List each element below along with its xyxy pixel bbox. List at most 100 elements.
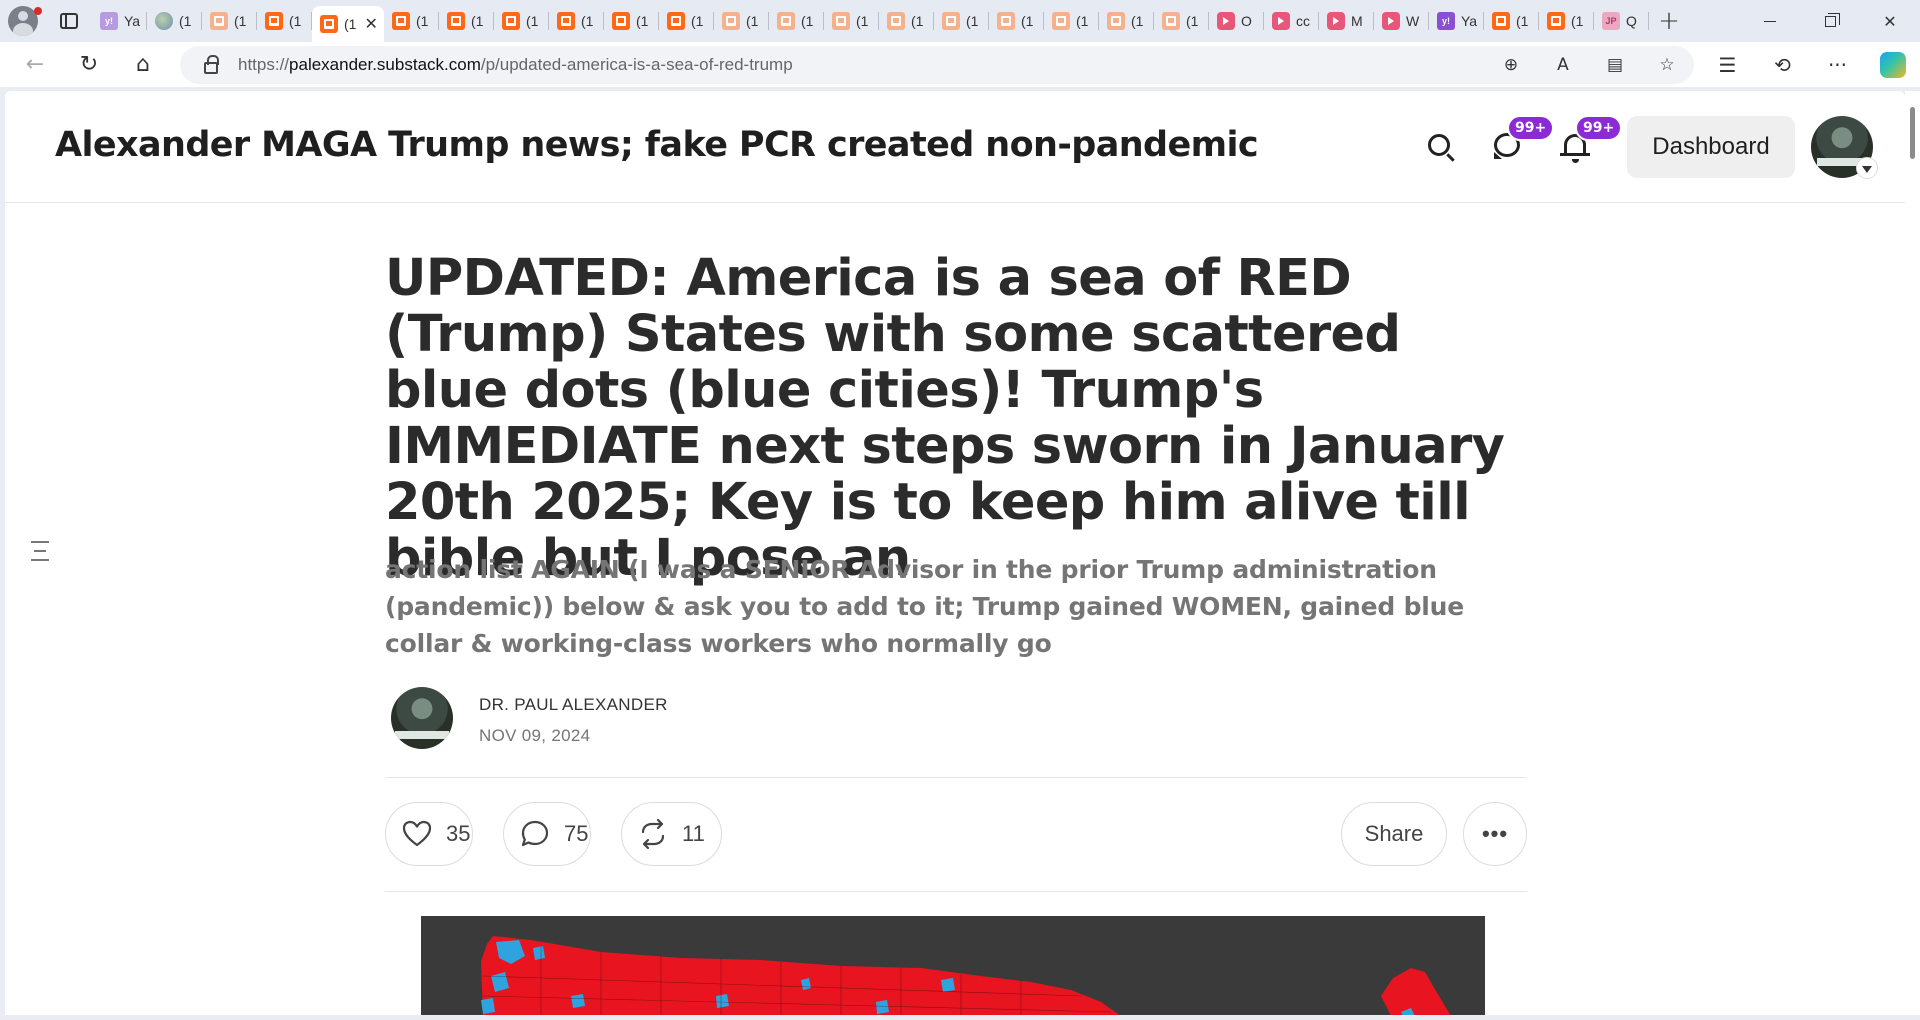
browser-tab[interactable]: (1 [879,0,934,42]
browser-tab[interactable]: y! Ya [92,0,147,42]
reload-icon: ↻ [79,52,99,77]
browser-tab[interactable]: (1 [989,0,1044,42]
restore-icon [1824,12,1840,27]
favorites-button[interactable]: ☰ [1700,42,1755,87]
notifications-button[interactable]: 99+ [1555,115,1623,165]
browser-tab[interactable]: (1 [384,0,439,42]
home-button[interactable]: ⌂ [116,42,170,87]
tab-title: (1 [471,13,484,29]
back-button[interactable]: ← [8,42,62,87]
url-text[interactable]: https://palexander.substack.com/p/update… [238,55,793,75]
reload-button[interactable]: ↻ [62,42,116,87]
browser-tab[interactable]: (1 [439,0,494,42]
browser-tab[interactable]: (1 [659,0,714,42]
scrollbar-thumb[interactable] [1910,107,1915,159]
like-button[interactable]: 35 [385,802,473,866]
tab-title: (1 [289,13,302,29]
browser-tab[interactable]: y! Ya [1429,0,1484,42]
address-bar-actions: ⊕ A ▤ ☆ [1500,46,1678,84]
tab-title: (1 [1516,13,1529,29]
profile-button[interactable] [0,0,46,42]
table-of-contents-icon[interactable] [31,541,49,561]
browser-tools: ☰ ⟲ ··· [1700,42,1920,87]
close-icon: ✕ [1883,11,1897,31]
restore-button[interactable] [1800,0,1860,42]
browser-tab[interactable]: (1 [934,0,989,42]
copilot-icon [1879,51,1906,78]
browser-tab[interactable]: (1 [494,0,549,42]
close-window-button[interactable]: ✕ [1860,0,1920,42]
immersive-reader-icon[interactable]: ▤ [1604,54,1626,76]
substack-favicon-icon [502,12,520,30]
history-button[interactable]: ⟲ [1755,42,1810,87]
election-map-image[interactable] [421,916,1485,1015]
browser-tab[interactable]: (1 [147,0,202,42]
tab-active[interactable]: (1 ✕ [312,6,384,42]
url-scheme: https:// [238,55,290,74]
close-tab-icon[interactable]: ✕ [364,14,377,34]
page-scrollbar[interactable] [1905,91,1920,1015]
search-button[interactable] [1419,125,1459,165]
site-info-lock-icon[interactable] [204,54,219,74]
substack-favicon-icon [265,12,283,30]
author-name[interactable]: DR. PAUL ALEXANDER [479,695,668,715]
browser-tab[interactable]: M [1319,0,1374,42]
window-controls: ✕ [1740,0,1920,42]
browser-tab[interactable]: (1 [1539,0,1594,42]
tab-title: Ya [1461,13,1478,29]
url-path: /p/updated-america-is-a-sea-of-red-trump [480,55,793,74]
divider [385,777,1527,778]
youtube-favicon-icon [1217,12,1235,30]
browser-tab[interactable]: W [1374,0,1429,42]
browser-tab[interactable]: (1 [1154,0,1209,42]
share-label: Share [1364,821,1424,846]
chevron-down-icon[interactable] [1856,157,1878,179]
browser-tab[interactable]: (1 [824,0,879,42]
browser-tab[interactable]: O [1209,0,1264,42]
minimize-button[interactable] [1740,0,1800,42]
comment-count: 75 [564,821,589,846]
tab-title: (1 [234,13,247,29]
tab-title: (1 [801,13,814,29]
tab-actions-button[interactable] [46,0,92,42]
restack-count: 11 [682,821,705,846]
history-icon: ⟲ [1774,52,1791,77]
author-avatar[interactable] [391,687,453,749]
new-tab-button[interactable]: + [1649,0,1689,42]
browser-tab[interactable]: (1 [1044,0,1099,42]
post-date: NOV 09, 2024 [479,726,591,745]
read-aloud-icon[interactable]: A [1552,54,1574,76]
browser-tab[interactable]: JP Q [1594,0,1649,42]
notifications-count-badge: 99+ [1575,115,1623,141]
browser-tab[interactable]: (1 [1484,0,1539,42]
browser-tab[interactable]: (1 [604,0,659,42]
post-actions: 35 75 11 Share ••• [385,802,1527,866]
browser-tab[interactable]: (1 [202,0,257,42]
comments-button[interactable]: 75 [503,802,591,866]
copilot-button[interactable] [1865,42,1920,87]
address-bar[interactable]: https://palexander.substack.com/p/update… [180,46,1694,84]
settings-more-button[interactable]: ··· [1810,42,1865,87]
browser-tab[interactable]: (1 [1099,0,1154,42]
publication-title[interactable]: Alexander MAGA Trump news; fake PCR crea… [55,125,1259,165]
dashboard-button[interactable]: Dashboard [1627,116,1795,178]
substack-favicon-icon [320,15,338,33]
tab-title: Q [1626,13,1637,29]
tab-title: (1 [581,13,594,29]
browser-tab[interactable]: (1 [257,0,312,42]
browser-tab[interactable]: (1 [549,0,604,42]
browser-tab[interactable]: (1 [769,0,824,42]
restack-button[interactable]: 11 [621,802,722,866]
yahoo-favicon-icon: y! [1437,12,1455,30]
more-dots-icon: ··· [1827,52,1848,77]
add-favorite-star-icon[interactable]: ☆ [1656,54,1678,76]
yahoo-favicon-icon: y! [100,12,118,30]
browser-tab[interactable]: cc [1264,0,1319,42]
tab-title: (1 [911,13,924,29]
browser-tab[interactable]: (1 [714,0,769,42]
more-options-button[interactable]: ••• [1463,802,1527,866]
share-button[interactable]: Share [1341,802,1447,866]
like-count: 35 [446,821,471,846]
messages-button[interactable]: 99+ [1487,115,1555,165]
zoom-icon[interactable]: ⊕ [1500,54,1522,76]
